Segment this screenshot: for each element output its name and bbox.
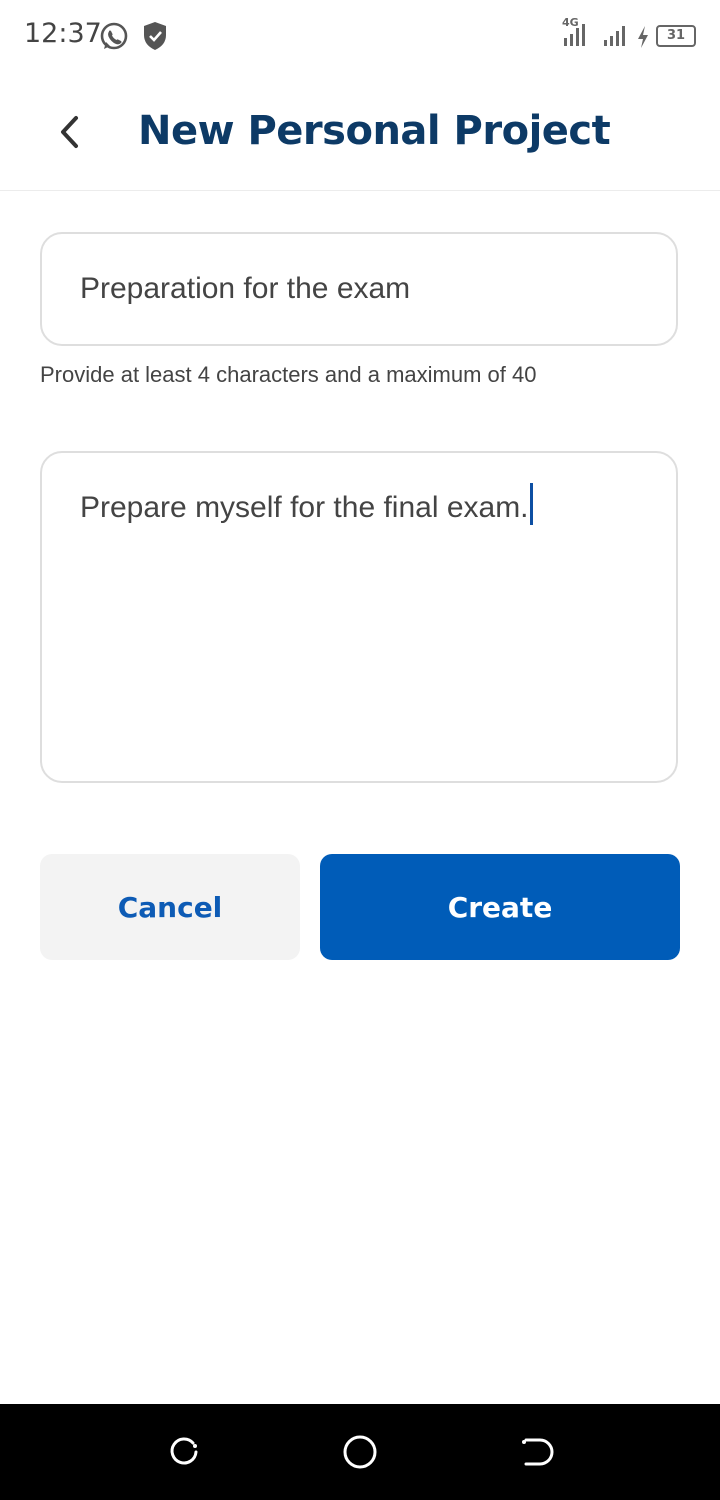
signal-icon (604, 26, 625, 46)
create-button[interactable]: Create (320, 854, 680, 960)
shield-icon (142, 21, 168, 55)
system-nav-bar (0, 1404, 720, 1500)
text-caret (529, 483, 533, 525)
header: New Personal Project (0, 72, 720, 191)
chevron-left-icon (61, 116, 78, 148)
project-name-value: Preparation for the exam (80, 272, 411, 305)
back-button[interactable] (52, 110, 88, 154)
recents-icon[interactable] (166, 1434, 202, 1470)
cancel-button-label: Cancel (117, 890, 223, 924)
home-icon[interactable] (342, 1434, 378, 1470)
status-right-icons: 4G 31 (562, 16, 696, 50)
page-title: New Personal Project (138, 108, 611, 154)
status-bar: 12:37 4G 31 (0, 0, 720, 72)
back-icon[interactable] (518, 1434, 554, 1470)
whatsapp-icon (98, 21, 130, 57)
project-name-hint: Provide at least 4 characters and a maxi… (40, 362, 537, 387)
project-description-input[interactable]: Prepare myself for the final exam. (40, 451, 678, 783)
project-name-input[interactable]: Preparation for the exam (40, 232, 678, 346)
status-time: 12:37 (24, 18, 102, 49)
project-description-value: Prepare myself for the final exam. (80, 491, 529, 524)
battery-level: 31 (666, 28, 686, 43)
signal-icon: 4G (562, 16, 596, 50)
battery-icon: 31 (656, 25, 696, 47)
cancel-button[interactable]: Cancel (40, 854, 300, 960)
create-button-label: Create (447, 890, 553, 924)
charging-icon (638, 26, 648, 48)
